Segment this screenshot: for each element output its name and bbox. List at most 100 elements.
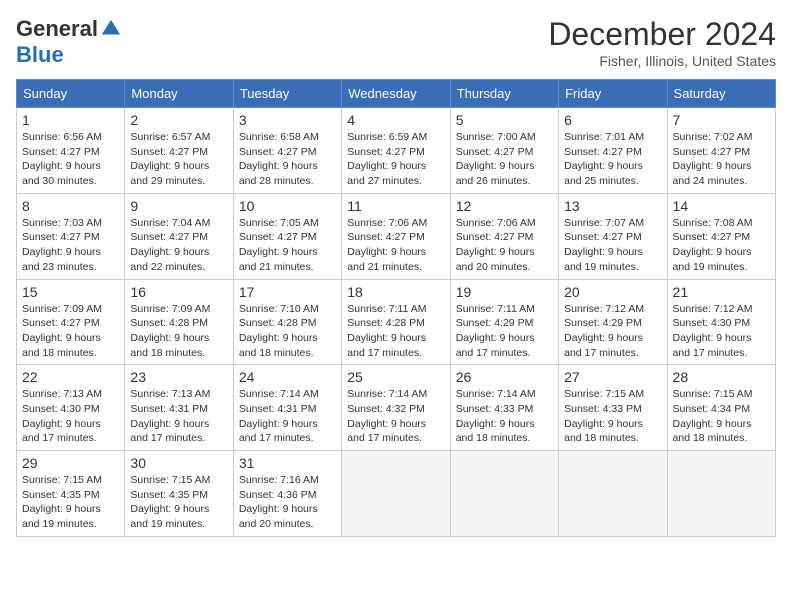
day-number: 27	[564, 369, 661, 385]
day-number: 17	[239, 284, 336, 300]
calendar-day-cell: 14Sunrise: 7:08 AMSunset: 4:27 PMDayligh…	[667, 193, 775, 279]
day-info: Sunrise: 7:03 AMSunset: 4:27 PMDaylight:…	[22, 216, 119, 275]
day-number: 15	[22, 284, 119, 300]
day-info: Sunrise: 7:15 AMSunset: 4:33 PMDaylight:…	[564, 387, 661, 446]
day-info: Sunrise: 7:10 AMSunset: 4:28 PMDaylight:…	[239, 302, 336, 361]
day-info: Sunrise: 7:16 AMSunset: 4:36 PMDaylight:…	[239, 473, 336, 532]
day-number: 16	[130, 284, 227, 300]
day-of-week-header: Tuesday	[233, 80, 341, 108]
day-info: Sunrise: 7:07 AMSunset: 4:27 PMDaylight:…	[564, 216, 661, 275]
calendar-day-cell: 25Sunrise: 7:14 AMSunset: 4:32 PMDayligh…	[342, 365, 450, 451]
day-of-week-header: Saturday	[667, 80, 775, 108]
calendar-day-cell: 21 Sunrise: 7:12 AMSunset: 4:30 PMDayligh…	[667, 279, 775, 365]
day-info: Sunrise: 7:06 AMSunset: 4:27 PMDaylight:…	[456, 216, 553, 275]
calendar-day-cell: 28 Sunrise: 7:15 AMSunset: 4:34 PMDayligh…	[667, 365, 775, 451]
day-info: Sunrise: 6:57 AMSunset: 4:27 PMDaylight:…	[130, 130, 227, 189]
calendar-day-cell: 10 Sunrise: 7:05 AMSunset: 4:27 PMDayligh…	[233, 193, 341, 279]
logo-general: General	[16, 16, 98, 42]
day-number: 26	[456, 369, 553, 385]
day-of-week-header: Thursday	[450, 80, 558, 108]
day-number: 30	[130, 455, 227, 471]
day-info: Sunrise: 6:56 AMSunset: 4:27 PMDaylight:…	[22, 130, 119, 189]
calendar-table: SundayMondayTuesdayWednesdayThursdayFrid…	[16, 79, 776, 537]
day-info: Sunrise: 7:04 AMSunset: 4:27 PMDaylight:…	[130, 216, 227, 275]
day-number: 24	[239, 369, 336, 385]
logo-blue: Blue	[16, 42, 64, 68]
day-number: 5	[456, 112, 553, 128]
calendar-day-cell: 3Sunrise: 6:58 AMSunset: 4:27 PMDaylight…	[233, 108, 341, 194]
calendar-header-row: SundayMondayTuesdayWednesdayThursdayFrid…	[17, 80, 776, 108]
calendar-day-cell: 26 Sunrise: 7:14 AMSunset: 4:33 PMDayligh…	[450, 365, 558, 451]
day-number: 29	[22, 455, 119, 471]
day-number: 1	[22, 112, 119, 128]
day-number: 19	[456, 284, 553, 300]
day-number: 21	[673, 284, 770, 300]
day-number: 4	[347, 112, 444, 128]
calendar-day-cell: 17 Sunrise: 7:10 AMSunset: 4:28 PMDayligh…	[233, 279, 341, 365]
day-info: Sunrise: 7:09 AMSunset: 4:28 PMDaylight:…	[130, 302, 227, 361]
day-number: 12	[456, 198, 553, 214]
calendar-day-cell: 8 Sunrise: 7:03 AMSunset: 4:27 PMDaylight…	[17, 193, 125, 279]
day-info: Sunrise: 7:15 AMSunset: 4:35 PMDaylight:…	[130, 473, 227, 532]
calendar-week-row: 1 Sunrise: 6:56 AMSunset: 4:27 PMDaylight…	[17, 108, 776, 194]
day-number: 14	[673, 198, 770, 214]
calendar-week-row: 29 Sunrise: 7:15 AMSunset: 4:35 PMDayligh…	[17, 451, 776, 537]
day-info: Sunrise: 7:00 AMSunset: 4:27 PMDaylight:…	[456, 130, 553, 189]
calendar-day-cell: 7 Sunrise: 7:02 AMSunset: 4:27 PMDaylight…	[667, 108, 775, 194]
day-of-week-header: Monday	[125, 80, 233, 108]
day-of-week-header: Sunday	[17, 80, 125, 108]
day-info: Sunrise: 7:05 AMSunset: 4:27 PMDaylight:…	[239, 216, 336, 275]
day-number: 20	[564, 284, 661, 300]
logo-icon	[100, 18, 122, 40]
calendar-day-cell: 9Sunrise: 7:04 AMSunset: 4:27 PMDaylight…	[125, 193, 233, 279]
day-number: 13	[564, 198, 661, 214]
day-info: Sunrise: 7:09 AMSunset: 4:27 PMDaylight:…	[22, 302, 119, 361]
calendar-day-cell: 16 Sunrise: 7:09 AMSunset: 4:28 PMDayligh…	[125, 279, 233, 365]
calendar-day-cell: 29 Sunrise: 7:15 AMSunset: 4:35 PMDayligh…	[17, 451, 125, 537]
day-number: 6	[564, 112, 661, 128]
calendar-day-cell: 1 Sunrise: 6:56 AMSunset: 4:27 PMDaylight…	[17, 108, 125, 194]
calendar-day-cell: 24Sunrise: 7:14 AMSunset: 4:31 PMDayligh…	[233, 365, 341, 451]
location: Fisher, Illinois, United States	[548, 53, 776, 69]
day-number: 11	[347, 198, 444, 214]
calendar-day-cell: 6Sunrise: 7:01 AMSunset: 4:27 PMDaylight…	[559, 108, 667, 194]
calendar-day-cell: 19Sunrise: 7:11 AMSunset: 4:29 PMDayligh…	[450, 279, 558, 365]
day-number: 23	[130, 369, 227, 385]
day-info: Sunrise: 7:15 AMSunset: 4:34 PMDaylight:…	[673, 387, 770, 446]
logo: General Blue	[16, 16, 122, 68]
calendar-day-cell: 11 Sunrise: 7:06 AMSunset: 4:27 PMDayligh…	[342, 193, 450, 279]
day-info: Sunrise: 7:14 AMSunset: 4:32 PMDaylight:…	[347, 387, 444, 446]
calendar-day-cell: 31 Sunrise: 7:16 AMSunset: 4:36 PMDayligh…	[233, 451, 341, 537]
day-info: Sunrise: 7:02 AMSunset: 4:27 PMDaylight:…	[673, 130, 770, 189]
day-number: 10	[239, 198, 336, 214]
calendar-day-cell: 23Sunrise: 7:13 AMSunset: 4:31 PMDayligh…	[125, 365, 233, 451]
calendar-day-cell: 30 Sunrise: 7:15 AMSunset: 4:35 PMDayligh…	[125, 451, 233, 537]
day-number: 8	[22, 198, 119, 214]
calendar-day-cell	[450, 451, 558, 537]
calendar-day-cell: 2 Sunrise: 6:57 AMSunset: 4:27 PMDaylight…	[125, 108, 233, 194]
calendar-day-cell: 18Sunrise: 7:11 AMSunset: 4:28 PMDayligh…	[342, 279, 450, 365]
day-info: Sunrise: 7:12 AMSunset: 4:30 PMDaylight:…	[673, 302, 770, 361]
calendar-day-cell	[342, 451, 450, 537]
calendar-day-cell: 4 Sunrise: 6:59 AMSunset: 4:27 PMDaylight…	[342, 108, 450, 194]
day-info: Sunrise: 7:13 AMSunset: 4:30 PMDaylight:…	[22, 387, 119, 446]
month-title: December 2024	[548, 16, 776, 53]
day-info: Sunrise: 7:11 AMSunset: 4:28 PMDaylight:…	[347, 302, 444, 361]
day-info: Sunrise: 7:06 AMSunset: 4:27 PMDaylight:…	[347, 216, 444, 275]
calendar-day-cell: 5 Sunrise: 7:00 AMSunset: 4:27 PMDaylight…	[450, 108, 558, 194]
page-header: General Blue December 2024 Fisher, Illin…	[16, 16, 776, 69]
day-number: 28	[673, 369, 770, 385]
day-number: 22	[22, 369, 119, 385]
calendar-day-cell: 20Sunrise: 7:12 AMSunset: 4:29 PMDayligh…	[559, 279, 667, 365]
day-number: 3	[239, 112, 336, 128]
day-number: 7	[673, 112, 770, 128]
day-info: Sunrise: 7:14 AMSunset: 4:33 PMDaylight:…	[456, 387, 553, 446]
day-number: 31	[239, 455, 336, 471]
day-info: Sunrise: 7:15 AMSunset: 4:35 PMDaylight:…	[22, 473, 119, 532]
day-info: Sunrise: 6:59 AMSunset: 4:27 PMDaylight:…	[347, 130, 444, 189]
calendar-week-row: 8 Sunrise: 7:03 AMSunset: 4:27 PMDaylight…	[17, 193, 776, 279]
day-of-week-header: Friday	[559, 80, 667, 108]
day-number: 2	[130, 112, 227, 128]
calendar-day-cell	[667, 451, 775, 537]
calendar-week-row: 22 Sunrise: 7:13 AMSunset: 4:30 PMDayligh…	[17, 365, 776, 451]
